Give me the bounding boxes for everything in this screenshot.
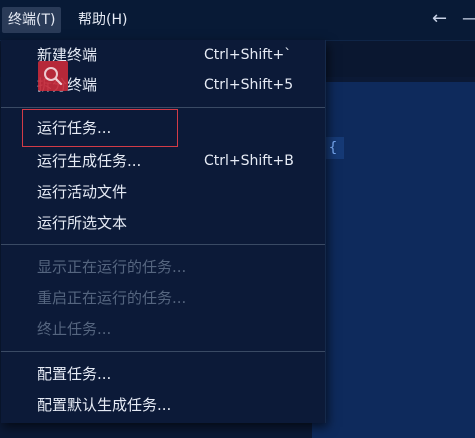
terminal-menu: 新建终端 Ctrl+Shift+` 拆分终端 Ctrl+Shift+5 运行任务… <box>1 40 326 423</box>
menu-item-label: 运行所选文本 <box>37 214 128 232</box>
menu-item-run-build-task[interactable]: 运行生成任务... Ctrl+Shift+B <box>1 146 325 176</box>
menu-item-label: 运行任务... <box>37 119 112 137</box>
menu-item-shortcut: Ctrl+Shift+B <box>204 153 294 169</box>
menu-item-terminate-task: 终止任务... <box>1 314 325 344</box>
menu-item-show-running-tasks: 显示正在运行的任务... <box>1 252 325 282</box>
menubar-item-help[interactable]: 帮助(H) <box>72 7 133 33</box>
menu-item-shortcut: Ctrl+Shift+5 <box>204 77 294 93</box>
menu-item-run-active-file[interactable]: 运行活动文件 <box>1 177 325 207</box>
menu-item-label: 运行活动文件 <box>37 183 128 201</box>
menu-item-shortcut: Ctrl+Shift+` <box>204 47 292 63</box>
search-icon[interactable] <box>38 61 68 91</box>
menu-item-configure-tasks[interactable]: 配置任务... <box>1 359 325 389</box>
menubar-item-terminal[interactable]: 终端(T) <box>2 7 62 33</box>
menu-item-label: 运行生成任务... <box>37 152 142 170</box>
menu-separator <box>1 244 325 245</box>
menu-item-label: 显示正在运行的任务... <box>37 258 187 276</box>
menu-item-label: 重启正在运行的任务... <box>37 289 187 307</box>
menu-separator <box>1 351 325 352</box>
editor-code-area[interactable] <box>312 82 475 438</box>
arrow-right-icon[interactable]: — <box>462 8 475 29</box>
menu-item-label: 终止任务... <box>37 320 112 338</box>
menu-item-restart-running-task: 重启正在运行的任务... <box>1 283 325 313</box>
menu-item-label: 配置默认生成任务... <box>37 396 172 414</box>
menu-item-configure-default-build-task[interactable]: 配置默认生成任务... <box>1 390 325 420</box>
menu-item-run-task[interactable]: 运行任务... <box>1 113 325 143</box>
menu-item-label: 配置任务... <box>37 365 112 383</box>
arrow-left-icon[interactable]: ← <box>432 8 447 29</box>
menu-separator <box>1 107 325 108</box>
menu-bar: 终端(T) 帮助(H) ← — <box>0 0 475 41</box>
menu-item-run-selected-text[interactable]: 运行所选文本 <box>1 208 325 238</box>
